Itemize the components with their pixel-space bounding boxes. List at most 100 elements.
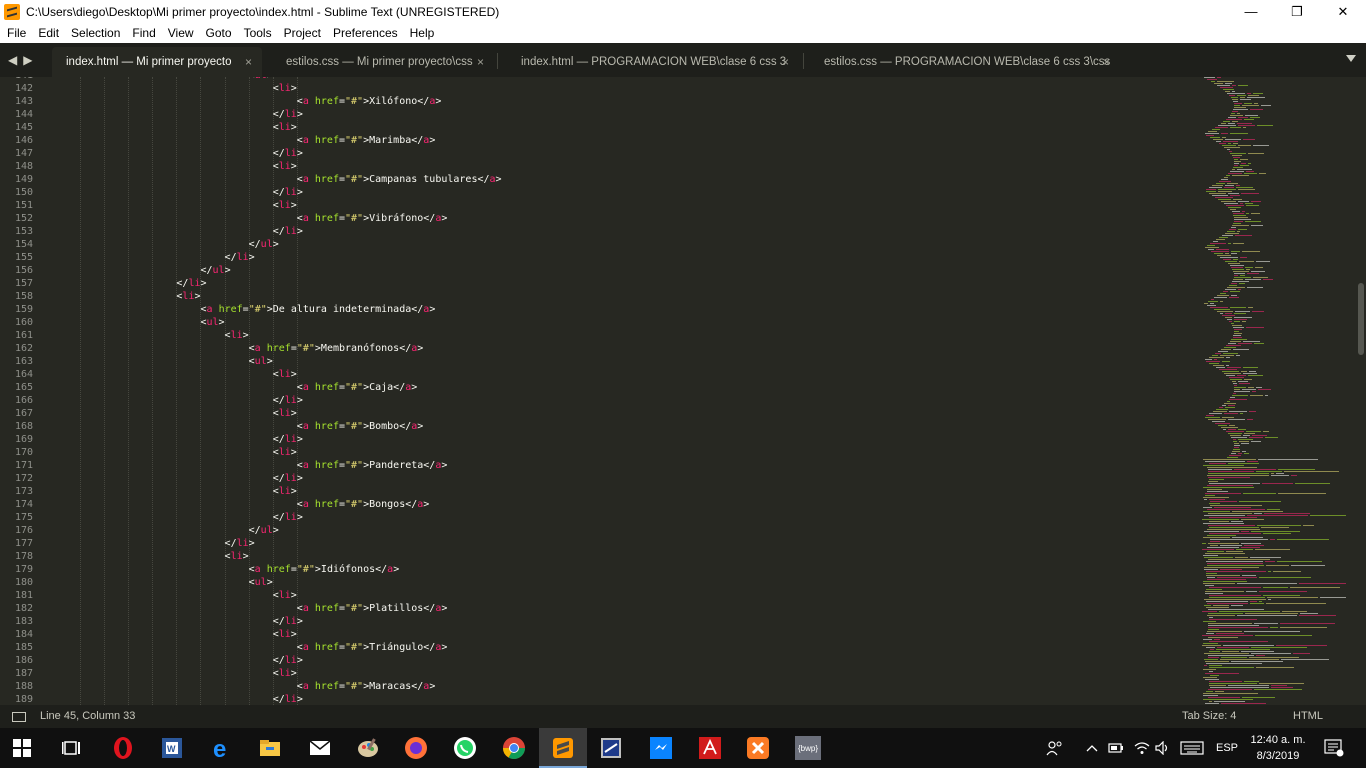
- code-line[interactable]: </li>: [273, 395, 303, 406]
- code-line[interactable]: <li>: [273, 200, 297, 211]
- minimize-button[interactable]: —: [1228, 0, 1274, 23]
- menu-tools[interactable]: Tools: [238, 23, 278, 43]
- close-icon[interactable]: ×: [782, 55, 789, 69]
- code-line[interactable]: <li>: [225, 330, 249, 341]
- code-line[interactable]: </ul>: [249, 525, 279, 536]
- file-explorer-icon[interactable]: [258, 736, 282, 760]
- chevron-up-icon[interactable]: [1086, 728, 1098, 768]
- menu-find[interactable]: Find: [126, 23, 161, 43]
- code-line[interactable]: <ul>: [249, 77, 273, 81]
- code-line[interactable]: <a href="#">Campanas tubulares</a>: [297, 174, 502, 185]
- code-line[interactable]: <a href="#">De altura indeterminada</a>: [200, 304, 435, 315]
- code-line[interactable]: </li>: [273, 109, 303, 120]
- close-icon[interactable]: ×: [1103, 55, 1110, 69]
- volume-icon[interactable]: [1155, 728, 1171, 768]
- syntax-selector[interactable]: HTML: [1293, 710, 1323, 722]
- word-icon[interactable]: W: [160, 736, 184, 760]
- firefox-icon[interactable]: [404, 736, 428, 760]
- xampp-icon[interactable]: [746, 736, 770, 760]
- menu-preferences[interactable]: Preferences: [327, 23, 404, 43]
- code-line[interactable]: <a href="#">Triángulo</a>: [297, 642, 448, 653]
- vertical-scrollbar[interactable]: [1358, 283, 1364, 355]
- code-line[interactable]: </li>: [273, 512, 303, 523]
- tab-list-dropdown-icon[interactable]: [1346, 55, 1356, 62]
- code-line[interactable]: <a href="#">Bongos</a>: [297, 499, 430, 510]
- maximize-button[interactable]: ❐: [1274, 0, 1320, 23]
- code-line[interactable]: </li>: [225, 538, 255, 549]
- code-line[interactable]: <a href="#">Vibráfono</a>: [297, 213, 448, 224]
- code-line[interactable]: <li>: [273, 83, 297, 94]
- code-line[interactable]: <a href="#">Pandereta</a>: [297, 460, 448, 471]
- code-line[interactable]: <li>: [176, 291, 200, 302]
- keyboard-icon[interactable]: [1180, 728, 1204, 768]
- mail-icon[interactable]: [308, 736, 332, 760]
- opera-icon[interactable]: [111, 736, 135, 760]
- close-button[interactable]: ✕: [1320, 0, 1366, 23]
- arrow-left-icon[interactable]: ◀: [8, 53, 17, 67]
- battery-icon[interactable]: [1108, 728, 1124, 768]
- panel-toggle-icon[interactable]: [12, 712, 26, 722]
- code-line[interactable]: <a href="#">Bombo</a>: [297, 421, 424, 432]
- paint-icon[interactable]: [356, 736, 380, 760]
- editor-area[interactable]: 141 142 143 144 145 146 147 148 149 150 151 152 153 1…: [0, 77, 1366, 705]
- code-line[interactable]: <a href="#">Xilófono</a>: [297, 96, 442, 107]
- people-icon[interactable]: [1046, 728, 1064, 768]
- task-view-icon[interactable]: [60, 736, 84, 760]
- code-line[interactable]: <ul>: [249, 356, 273, 367]
- code-line[interactable]: <a href="#">Maracas</a>: [297, 681, 436, 692]
- code-line[interactable]: <a href="#">Marimba</a>: [297, 135, 436, 146]
- menu-help[interactable]: Help: [404, 23, 441, 43]
- code-line[interactable]: </li>: [273, 434, 303, 445]
- tab-index-html-programacion-web[interactable]: index.html — PROGRAMACION WEB\clase 6 cs…: [507, 47, 799, 77]
- code-line[interactable]: <li>: [273, 486, 297, 497]
- code-line[interactable]: </li>: [273, 187, 303, 198]
- code-line[interactable]: <a href="#">Idiófonos</a>: [249, 564, 400, 575]
- close-icon[interactable]: ×: [245, 55, 252, 69]
- acrobat-icon[interactable]: [698, 736, 722, 760]
- code-line[interactable]: </ul>: [200, 265, 230, 276]
- code-line[interactable]: <a href="#">Caja</a>: [297, 382, 418, 393]
- bwp-icon[interactable]: {bwp}: [795, 736, 821, 760]
- menu-project[interactable]: Project: [278, 23, 327, 43]
- start-icon[interactable]: [10, 736, 34, 760]
- code-line[interactable]: <li>: [273, 629, 297, 640]
- code-line[interactable]: </li>: [273, 616, 303, 627]
- menu-selection[interactable]: Selection: [65, 23, 126, 43]
- visual-studio-icon[interactable]: [599, 736, 623, 760]
- code-line[interactable]: <li>: [273, 590, 297, 601]
- code-line[interactable]: <li>: [273, 668, 297, 679]
- code-line[interactable]: </li>: [176, 278, 206, 289]
- notifications-icon[interactable]: [1324, 728, 1344, 768]
- code-line[interactable]: <li>: [225, 551, 249, 562]
- menu-goto[interactable]: Goto: [200, 23, 238, 43]
- code-line[interactable]: <ul>: [249, 577, 273, 588]
- sublime-text-icon[interactable]: [551, 736, 575, 760]
- tab-estilos-css-programacion-web[interactable]: estilos.css — PROGRAMACION WEB\clase 6 c…: [810, 47, 1120, 77]
- chrome-icon[interactable]: [502, 736, 526, 760]
- code-view[interactable]: <ul><li><a href="#">Xilófono</a></li><li…: [56, 77, 1196, 705]
- whatsapp-icon[interactable]: [453, 736, 477, 760]
- code-line[interactable]: </li>: [273, 148, 303, 159]
- menu-edit[interactable]: Edit: [32, 23, 65, 43]
- menu-file[interactable]: File: [0, 23, 32, 43]
- code-line[interactable]: <a href="#">Platillos</a>: [297, 603, 448, 614]
- messenger-icon[interactable]: [649, 736, 673, 760]
- code-line[interactable]: </li>: [273, 473, 303, 484]
- edge-icon[interactable]: e: [210, 736, 234, 760]
- code-line[interactable]: <ul>: [200, 317, 224, 328]
- tab-estilos-css-mi-primer-proyecto[interactable]: estilos.css — Mi primer proyecto\css ×: [272, 47, 494, 77]
- code-line[interactable]: <li>: [273, 447, 297, 458]
- code-line[interactable]: </li>: [273, 694, 303, 705]
- code-line[interactable]: </li>: [273, 226, 303, 237]
- tab-size-selector[interactable]: Tab Size: 4: [1182, 710, 1236, 722]
- menu-view[interactable]: View: [162, 23, 200, 43]
- tab-index-html-mi-primer-proyecto[interactable]: index.html — Mi primer proyecto ×: [52, 47, 262, 77]
- code-line[interactable]: </li>: [225, 252, 255, 263]
- code-line[interactable]: </ul>: [249, 239, 279, 250]
- code-line[interactable]: <a href="#">Membranófonos</a>: [249, 343, 424, 354]
- input-language-indicator[interactable]: ESP: [1216, 728, 1238, 768]
- arrow-right-icon[interactable]: ▶: [23, 53, 32, 67]
- code-line[interactable]: <li>: [273, 161, 297, 172]
- code-line[interactable]: <li>: [273, 408, 297, 419]
- code-line[interactable]: <li>: [273, 369, 297, 380]
